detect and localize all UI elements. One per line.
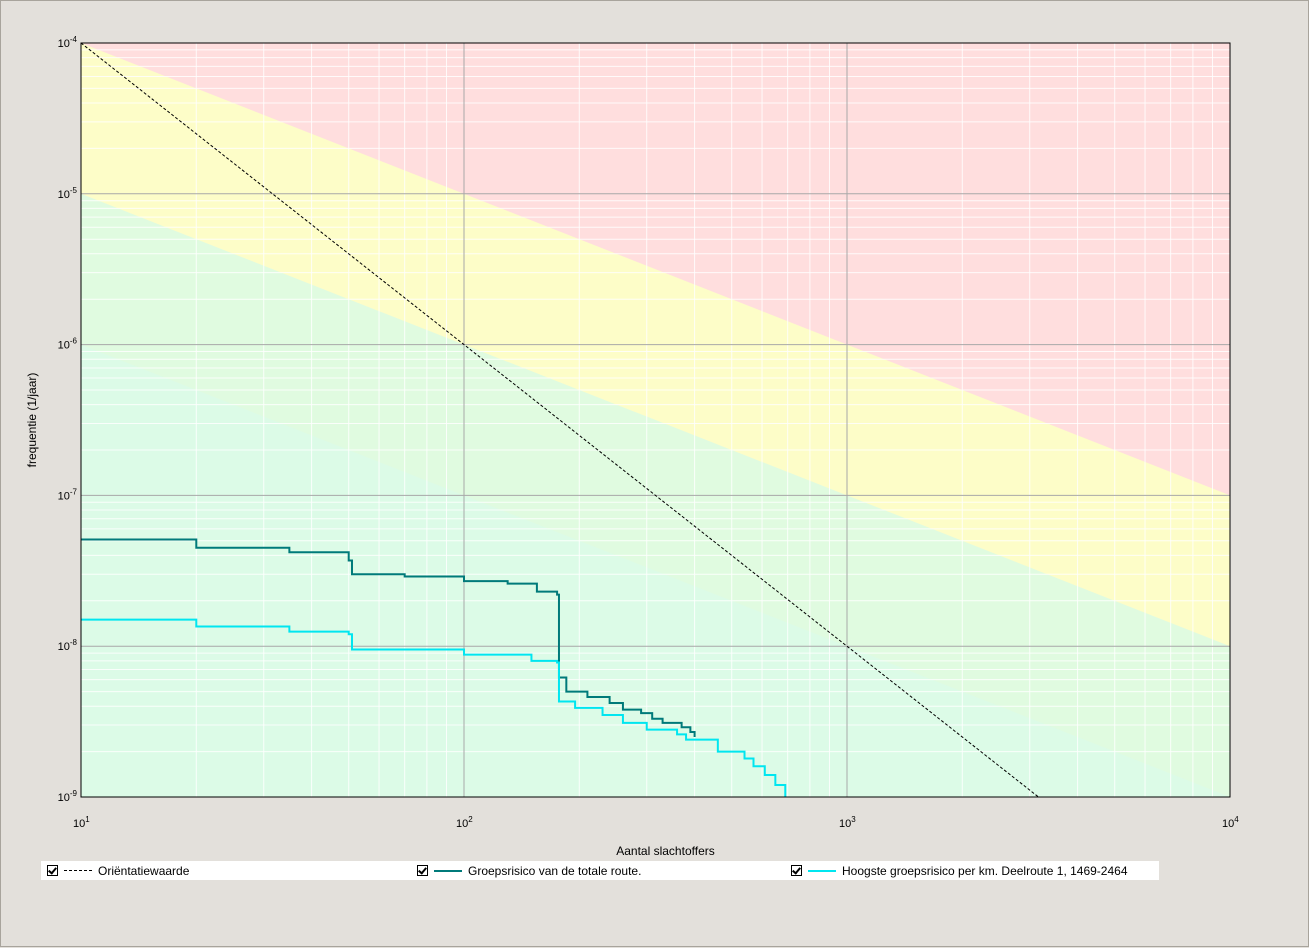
y-tick-label: 10-7 (58, 487, 78, 502)
legend-item-orientatiewaarde[interactable]: Oriëntatiewaarde (47, 861, 189, 880)
y-tick-label: 10-5 (58, 186, 78, 201)
y-axis-label: frequentie (1/jaar) (25, 373, 39, 468)
x-tick-label: 102 (456, 815, 473, 830)
y-tick-label: 10-8 (58, 638, 78, 653)
x-tick-label: 103 (839, 815, 856, 830)
y-tick-label: 10-9 (58, 789, 78, 804)
x-tick-label: 101 (73, 815, 90, 830)
x-axis-label: Aantal slachtoffers (616, 844, 715, 858)
chart-window: 101 102 103 104 10-4 10-5 10-6 10-7 10-8 10-9 Aant… (0, 0, 1309, 947)
x-tick-label: 104 (1222, 815, 1239, 830)
checkbox-totale-route[interactable] (417, 865, 428, 876)
legend-item-hoogste[interactable]: Hoogste groepsrisico per km. Deelroute 1… (791, 861, 1128, 880)
legend-item-totale-route[interactable]: Groepsrisico van de totale route. (417, 861, 641, 880)
legend-label-totale-route: Groepsrisico van de totale route. (468, 863, 642, 878)
legend: Oriëntatiewaarde Groepsrisico van de tot… (41, 861, 1159, 880)
teal-line-swatch (434, 869, 462, 872)
legend-label-orientatiewaarde: Oriëntatiewaarde (98, 863, 190, 878)
checkbox-hoogste[interactable] (791, 865, 802, 876)
cyan-line-swatch (808, 869, 836, 872)
legend-label-hoogste: Hoogste groepsrisico per km. Deelroute 1… (842, 863, 1128, 878)
y-tick-label: 10-4 (58, 35, 78, 50)
y-tick-label: 10-6 (58, 337, 78, 352)
fn-curve-chart: 101 102 103 104 10-4 10-5 10-6 10-7 10-8 10-9 Aant… (25, 35, 1239, 858)
checkbox-orientatiewaarde[interactable] (47, 865, 58, 876)
dashed-line-swatch (64, 870, 92, 871)
